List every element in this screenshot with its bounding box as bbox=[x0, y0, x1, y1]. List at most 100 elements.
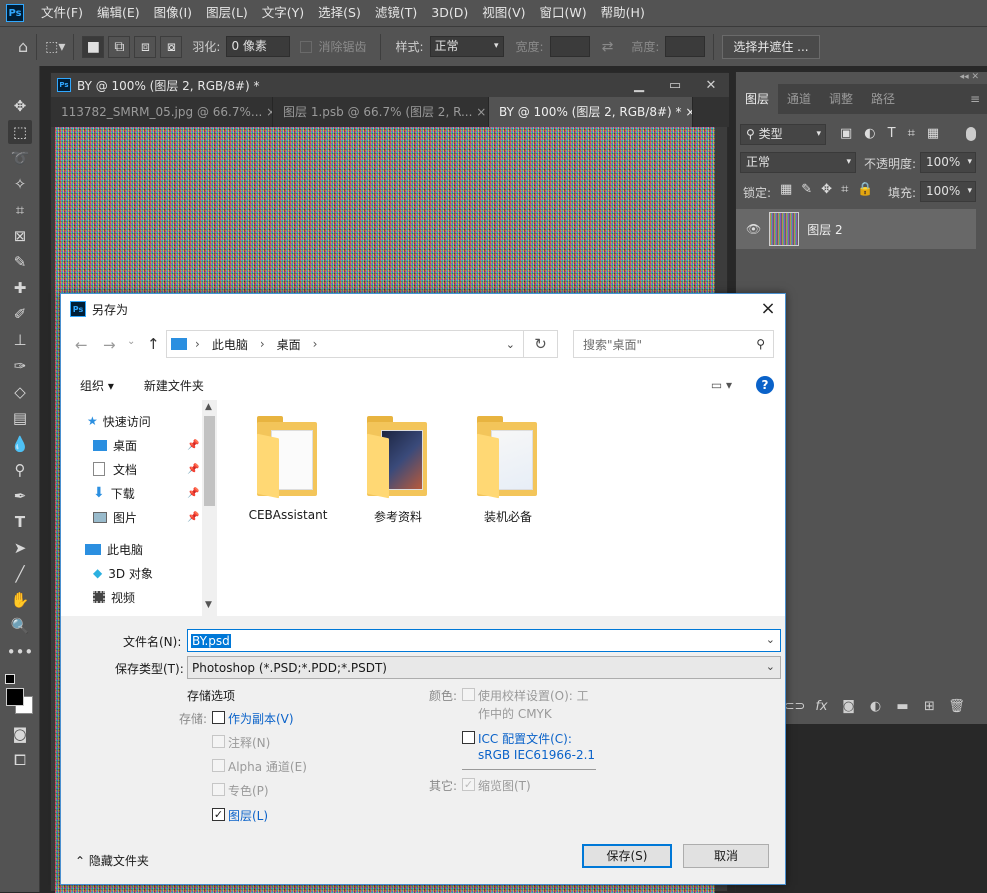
close-icon[interactable]: × bbox=[755, 296, 781, 322]
intersect-selection-icon[interactable]: ⧇ bbox=[160, 35, 183, 58]
nav-downloads[interactable]: ⬇ 下载 📌 bbox=[93, 482, 203, 504]
nav-scrollbar[interactable]: ▲ ▼ bbox=[202, 400, 217, 616]
subtract-selection-icon[interactable]: ⧈ bbox=[134, 35, 157, 58]
as-copy-checkbox[interactable] bbox=[212, 711, 225, 724]
history-brush-icon[interactable]: ✑ bbox=[8, 354, 32, 378]
fx-icon[interactable]: fx bbox=[808, 699, 835, 714]
move-tool-icon[interactable]: ✥ bbox=[8, 94, 32, 118]
tab-close-icon[interactable]: × bbox=[685, 105, 692, 119]
nav-3d-objects[interactable]: ◆ 3D 对象 bbox=[93, 562, 153, 584]
organize-button[interactable]: 组织 ▾ bbox=[80, 377, 114, 394]
view-options-icon[interactable]: ▭ ▾ bbox=[711, 378, 732, 392]
menu-file[interactable]: 文件(F) bbox=[34, 0, 90, 26]
folder-item[interactable]: CEBAssistant bbox=[240, 416, 336, 522]
folder-item[interactable]: 参考资料 bbox=[350, 416, 446, 525]
marquee-tool-icon[interactable]: ⬚ bbox=[8, 120, 32, 144]
visibility-eye-icon[interactable]: 👁 bbox=[746, 222, 761, 236]
feather-input[interactable]: 0 像素 bbox=[226, 36, 291, 57]
tab-layers[interactable]: 图层 bbox=[736, 84, 779, 114]
type-tool-icon[interactable]: T bbox=[8, 510, 32, 534]
address-bar[interactable]: › 此电脑 › 桌面 › ⌄ bbox=[166, 330, 524, 358]
back-arrow-icon[interactable]: ← bbox=[75, 336, 88, 354]
add-mask-icon[interactable]: ◙ bbox=[835, 699, 862, 714]
layer-filter-icons[interactable]: ▣◐T⌗▦ bbox=[840, 126, 951, 141]
quick-mask-icon[interactable]: ◙ bbox=[8, 722, 32, 746]
menu-edit[interactable]: 编辑(E) bbox=[90, 0, 147, 26]
dodge-tool-icon[interactable]: ⚲ bbox=[8, 458, 32, 482]
cancel-button[interactable]: 取消 bbox=[683, 844, 769, 868]
menu-image[interactable]: 图像(I) bbox=[147, 0, 199, 26]
menu-help[interactable]: 帮助(H) bbox=[594, 0, 652, 26]
zoom-tool-icon[interactable]: 🔍 bbox=[8, 614, 32, 638]
new-group-icon[interactable]: ▬ bbox=[889, 699, 916, 714]
crop-tool-icon[interactable]: ⌗ bbox=[8, 198, 32, 222]
hide-folders-toggle[interactable]: ⌃ 隐藏文件夹 bbox=[75, 852, 149, 869]
eraser-tool-icon[interactable]: ◇ bbox=[8, 380, 32, 404]
menu-type[interactable]: 文字(Y) bbox=[255, 0, 311, 26]
eyedropper-icon[interactable]: ✎ bbox=[8, 250, 32, 274]
as-copy-label[interactable]: 作为副本(V) bbox=[228, 710, 294, 727]
hand-tool-icon[interactable]: ✋ bbox=[8, 588, 32, 612]
nav-desktop[interactable]: 桌面 📌 bbox=[93, 434, 203, 456]
magic-wand-icon[interactable]: ✧ bbox=[8, 172, 32, 196]
adjustment-layer-icon[interactable]: ◐ bbox=[862, 699, 889, 714]
breadcrumb-desktop[interactable]: 桌面 bbox=[277, 336, 301, 353]
tab-adjustments[interactable]: 调整 bbox=[820, 84, 862, 114]
nav-quick-access[interactable]: ★ 快速访问 bbox=[87, 410, 151, 432]
chevron-down-icon[interactable]: ⌄ bbox=[506, 338, 515, 351]
tab-paths[interactable]: 路径 bbox=[862, 84, 904, 114]
menu-select[interactable]: 选择(S) bbox=[311, 0, 368, 26]
collapse-panel-icon[interactable]: ◂◂ ✕ bbox=[960, 72, 979, 82]
stamp-tool-icon[interactable]: ⊥ bbox=[8, 328, 32, 352]
pen-tool-icon[interactable]: ✒ bbox=[8, 484, 32, 508]
icc-label[interactable]: ICC 配置文件(C): bbox=[478, 730, 572, 747]
frame-tool-icon[interactable]: ⊠ bbox=[8, 224, 32, 248]
menu-view[interactable]: 视图(V) bbox=[475, 0, 532, 26]
filter-toggle-icon[interactable] bbox=[966, 127, 976, 141]
add-selection-icon[interactable]: ⧉ bbox=[108, 35, 131, 58]
delete-layer-icon[interactable]: 🗑 bbox=[943, 699, 970, 714]
new-layer-icon[interactable]: ⊞ bbox=[916, 699, 943, 714]
chevron-down-icon[interactable]: ⌄ bbox=[766, 633, 775, 646]
document-titlebar[interactable]: Ps BY @ 100% (图层 2, RGB/8#) * ▁ ▭ ✕ bbox=[51, 73, 729, 97]
close-icon[interactable]: ✕ bbox=[693, 78, 729, 93]
scrollbar-thumb[interactable] bbox=[204, 416, 215, 506]
blur-tool-icon[interactable]: 💧 bbox=[8, 432, 32, 456]
tab-document-2[interactable]: 图层 1.psb @ 66.7% (图层 2, R... × bbox=[273, 97, 489, 127]
select-and-mask-button[interactable]: 选择并遮住 ... bbox=[722, 34, 820, 59]
more-tools-icon[interactable]: ••• bbox=[7, 640, 34, 664]
panel-menu-icon[interactable]: ≡ bbox=[970, 84, 980, 114]
new-folder-button[interactable]: 新建文件夹 bbox=[144, 377, 204, 394]
minimize-icon[interactable]: ▁ bbox=[621, 78, 657, 93]
folder-item[interactable]: 装机必备 bbox=[460, 416, 556, 525]
tab-close-icon[interactable]: × bbox=[266, 105, 272, 119]
tab-document-1[interactable]: 113782_SMRM_05.jpg @ 66.7%... × bbox=[51, 97, 273, 127]
tab-close-icon[interactable]: × bbox=[476, 105, 486, 119]
filename-input[interactable]: BY.psd ⌄ bbox=[187, 629, 781, 652]
scroll-up-icon[interactable]: ▲ bbox=[205, 402, 212, 412]
save-button[interactable]: 保存(S) bbox=[582, 844, 672, 868]
menu-filter[interactable]: 滤镜(T) bbox=[368, 0, 424, 26]
help-icon[interactable]: ? bbox=[756, 376, 774, 394]
nav-pictures[interactable]: 图片 📌 bbox=[93, 506, 203, 528]
home-icon[interactable]: ⌂ bbox=[18, 37, 28, 56]
menu-layer[interactable]: 图层(L) bbox=[199, 0, 255, 26]
icc-checkbox[interactable] bbox=[462, 731, 475, 744]
tab-document-3[interactable]: BY @ 100% (图层 2, RGB/8#) * × bbox=[489, 97, 693, 127]
blend-mode-select[interactable]: 正常 ▾ bbox=[740, 152, 856, 173]
layer-name[interactable]: 图层 2 bbox=[807, 221, 842, 238]
maximize-icon[interactable]: ▭ bbox=[657, 78, 693, 93]
fill-input[interactable]: 100% ▾ bbox=[920, 181, 976, 202]
default-colors-icon[interactable] bbox=[5, 674, 15, 684]
height-input[interactable] bbox=[665, 36, 706, 57]
path-selection-icon[interactable]: ➤ bbox=[8, 536, 32, 560]
brush-tool-icon[interactable]: ✐ bbox=[8, 302, 32, 326]
swap-icon[interactable]: ⇄ bbox=[602, 39, 614, 55]
nav-videos[interactable]: 视频 bbox=[93, 586, 135, 608]
lasso-tool-icon[interactable]: ➰ bbox=[8, 146, 32, 170]
forward-arrow-icon[interactable]: → bbox=[103, 336, 116, 354]
healing-brush-icon[interactable]: ✚ bbox=[8, 276, 32, 300]
new-selection-icon[interactable]: ■ bbox=[82, 35, 105, 58]
refresh-icon[interactable]: ↻ bbox=[524, 330, 558, 358]
nav-documents[interactable]: 文档 📌 bbox=[93, 458, 203, 480]
